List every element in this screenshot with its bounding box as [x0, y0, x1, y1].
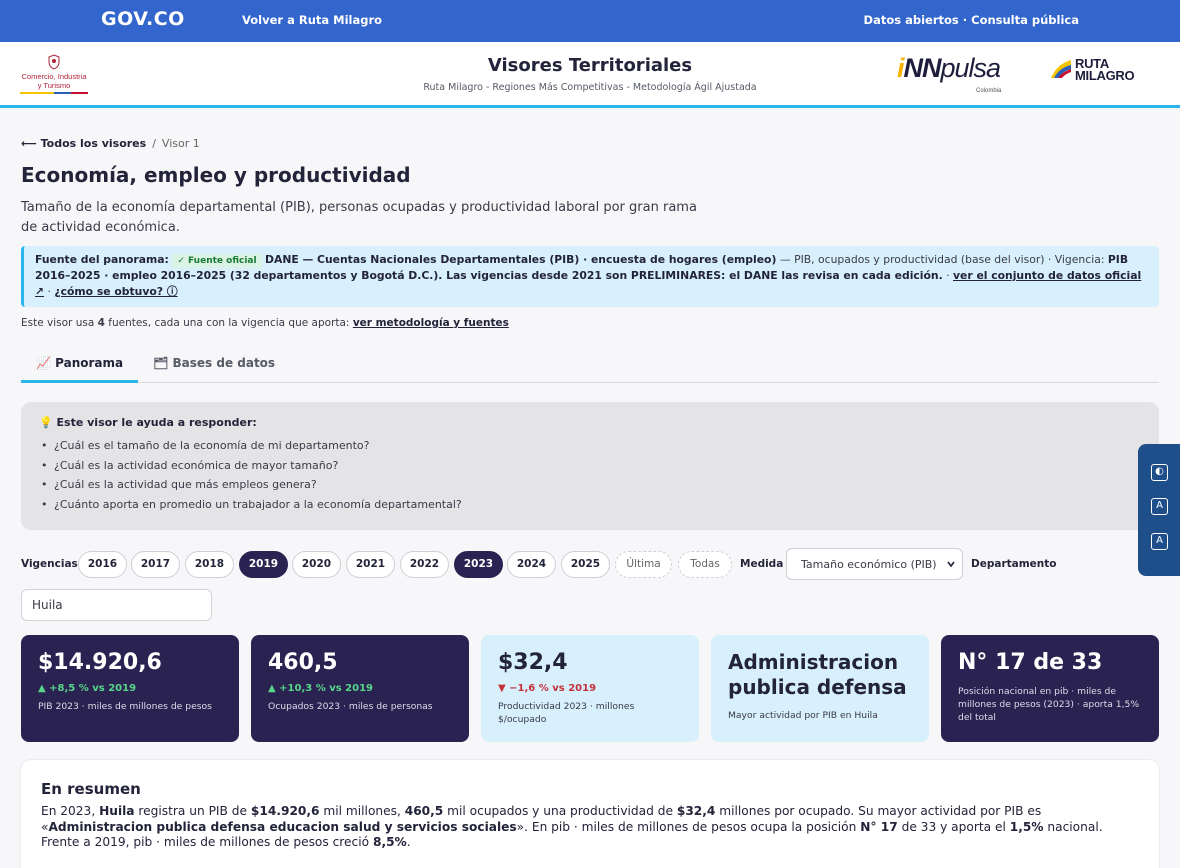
- kpi-value: 460,5: [268, 650, 338, 675]
- summary-title: En resumen: [41, 780, 141, 798]
- year-pill-2017[interactable]: 2017: [131, 551, 180, 578]
- year-pill-2018[interactable]: 2018: [185, 551, 234, 578]
- site-header: Comercio, Industria y Turismo Visores Te…: [0, 42, 1180, 108]
- year-pill-2022[interactable]: 2022: [400, 551, 449, 578]
- kpi-card-ranking: N° 17 de 33 Posición nacional en pib · m…: [941, 635, 1159, 742]
- help-question: ¿Cuánto aporta en promedio un trabajador…: [39, 495, 1141, 515]
- back-to-ruta-link[interactable]: Volver a Ruta Milagro: [242, 13, 382, 27]
- kpi-caption: Productividad 2023 · millones $/ocupado: [498, 701, 635, 725]
- kpi-value: $14.920,6: [38, 650, 162, 675]
- kpi-delta: ▲ +8,5 % vs 2019: [38, 683, 137, 694]
- contrast-icon[interactable]: ◐: [1151, 464, 1168, 481]
- source-panel: Fuente del panorama: ✓ Fuente oficial DA…: [21, 246, 1159, 307]
- help-questions: ¿Cuál es el tamaño de la economía de mi …: [39, 436, 1141, 514]
- kpi-caption: Mayor actividad por PIB en Huila: [728, 710, 878, 721]
- kpi-delta: ▲ +10,3 % vs 2019: [268, 683, 373, 694]
- header-center: Visores Territoriales Ruta Milagro - Reg…: [0, 55, 1180, 93]
- years-label: Vigencias: [21, 558, 78, 570]
- kpi-card-ocupados: 460,5 ▲ +10,3 % vs 2019 Ocupados 2023 · …: [251, 635, 469, 742]
- innpulsa-subtitle: Colombia: [976, 88, 1002, 94]
- measure-select[interactable]: Tamaño económico (PIB): [786, 548, 963, 580]
- help-title: 💡 Este visor le ayuda a responder:: [39, 416, 257, 429]
- department-input[interactable]: Huila: [21, 589, 212, 621]
- year-pill-2021[interactable]: 2021: [346, 551, 395, 578]
- view-tabs: 📈 Panorama 🗂 Bases de datos: [21, 350, 1159, 383]
- help-question: ¿Cuál es el tamaño de la economía de mi …: [39, 436, 1141, 456]
- tab-databases[interactable]: 🗂 Bases de datos: [138, 350, 290, 383]
- source-entity: DANE — Cuentas Nacionales Departamentale…: [265, 253, 777, 266]
- summary-text: En 2023, Huila registra un PIB de $14.92…: [41, 804, 1103, 849]
- ruta-logo-text: RUTA MILAGRO: [1075, 56, 1135, 83]
- year-pill-2023[interactable]: 2023: [454, 551, 503, 578]
- year-pill-2020[interactable]: 2020: [292, 551, 341, 578]
- year-pill-2016[interactable]: 2016: [78, 551, 127, 578]
- font-decrease-icon[interactable]: A: [1151, 498, 1168, 515]
- kpi-delta: ▼ −1,6 % vs 2019: [498, 683, 597, 694]
- year-pill-latest[interactable]: Última: [615, 551, 672, 578]
- year-pill-2019[interactable]: 2019: [239, 551, 288, 578]
- kpi-value: Administracion publica defensa: [728, 650, 907, 699]
- breadcrumb-current: Visor 1: [161, 137, 200, 150]
- accessibility-panel: ◐ A A: [1138, 444, 1180, 576]
- measure-value: Tamaño económico (PIB): [801, 558, 937, 571]
- source-details: — PIB, ocupados y productividad (base de…: [776, 253, 1108, 266]
- kpi-card-pib: $14.920,6 ▲ +8,5 % vs 2019 PIB 2023 · mi…: [21, 635, 239, 742]
- summary-card: En resumen En 2023, Huila registra un PI…: [21, 760, 1159, 868]
- official-source-badge: ✓ Fuente oficial: [172, 254, 262, 268]
- year-pill-all[interactable]: Todas: [678, 551, 732, 578]
- year-pill-2024[interactable]: 2024: [507, 551, 556, 578]
- innpulsa-logo[interactable]: iNNpulsa: [897, 53, 1001, 84]
- help-question: ¿Cuál es la actividad económica de mayor…: [39, 456, 1141, 476]
- year-pill-2025[interactable]: 2025: [561, 551, 610, 578]
- help-question: ¿Cuál es la actividad que más empleos ge…: [39, 475, 1141, 495]
- breadcrumb: ⟵ Todos los visores / Visor 1: [21, 137, 200, 150]
- kpi-value: N° 17 de 33: [958, 650, 1103, 675]
- site-subtitle: Ruta Milagro - Regiones Más Competitivas…: [423, 82, 757, 93]
- site-title: Visores Territoriales: [487, 55, 693, 76]
- breadcrumb-separator: /: [152, 137, 156, 150]
- kpi-caption: Ocupados 2023 · miles de personas: [268, 701, 433, 712]
- kpi-caption: PIB 2023 · miles de millones de pesos: [38, 701, 212, 712]
- kpi-caption: Posición nacional en pib · miles de mill…: [958, 686, 1140, 723]
- kpi-card-productividad: $32,4 ▼ −1,6 % vs 2019 Productividad 202…: [481, 635, 699, 742]
- page-title: Economía, empleo y productividad: [21, 163, 411, 187]
- sources-note: Este visor usa 4 fuentes, cada una con l…: [21, 317, 509, 329]
- gov-co-logo[interactable]: GOV.CO: [101, 8, 185, 30]
- kpi-card-top-activity: Administracion publica defensa Mayor act…: [711, 635, 929, 742]
- help-box: 💡 Este visor le ayuda a responder: ¿Cuál…: [21, 402, 1159, 530]
- kpi-value: $32,4: [498, 650, 568, 675]
- how-obtained-link[interactable]: ¿cómo se obtuvo? ⓘ: [54, 285, 177, 298]
- page-description: Tamaño de la economía departamental (PIB…: [21, 200, 697, 235]
- ruta-swoosh-icon: [1051, 60, 1071, 78]
- open-data-links[interactable]: Datos abiertos · Consulta pública: [864, 13, 1079, 27]
- filters-bar: Vigencias 2016 2017 2018 2019 2020 2021 …: [21, 548, 1159, 580]
- top-bar: GOV.CO Volver a Ruta Milagro Datos abier…: [0, 0, 1180, 42]
- font-increase-icon[interactable]: A: [1151, 533, 1168, 550]
- department-label: Departamento: [971, 558, 1057, 570]
- breadcrumb-all-viewers[interactable]: ⟵ Todos los visores: [21, 137, 146, 150]
- tab-panorama[interactable]: 📈 Panorama: [21, 350, 139, 383]
- sources-count: 4: [97, 317, 105, 329]
- measure-label: Medida: [740, 558, 784, 570]
- source-label: Fuente del panorama:: [35, 253, 169, 266]
- methodology-link[interactable]: ver metodología y fuentes: [353, 317, 509, 329]
- chevron-down-icon: [947, 561, 955, 568]
